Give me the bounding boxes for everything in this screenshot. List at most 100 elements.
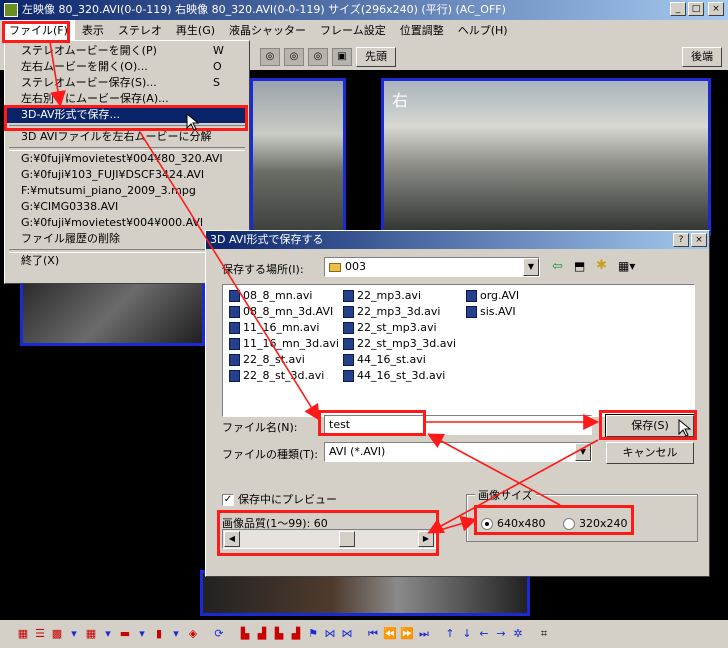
- arrow-down-icon[interactable]: ↓: [460, 627, 474, 641]
- save-button[interactable]: 保存(S): [605, 414, 695, 438]
- color-icon[interactable]: ▮: [152, 627, 166, 641]
- skip-back-icon[interactable]: ⏮: [366, 627, 380, 641]
- mark-out-icon[interactable]: ▟: [289, 627, 303, 641]
- list-item[interactable]: 44_16_st_3d.avi: [343, 368, 456, 384]
- list-item[interactable]: 22_st_mp3.avi: [343, 320, 456, 336]
- menu-play[interactable]: 再生(G): [169, 20, 222, 42]
- list-item[interactable]: 44_16_st.avi: [343, 352, 456, 368]
- last-frame-button[interactable]: 後端: [682, 47, 722, 67]
- cancel-button[interactable]: キャンセル: [606, 442, 694, 464]
- menu-position-adjust[interactable]: 位置調整: [393, 20, 451, 42]
- list-item[interactable]: 22_mp3_3d.avi: [343, 304, 456, 320]
- menu-item-split-3davi[interactable]: 3D AVIファイルを左右ムービーに分解: [7, 129, 247, 145]
- menu-item-recent-4[interactable]: G:¥CIMG0338.AVI: [7, 199, 247, 215]
- flag-icon[interactable]: ⚑: [306, 627, 320, 641]
- list-item[interactable]: 22_8_st.avi: [229, 352, 339, 368]
- close-button[interactable]: ×: [708, 2, 724, 16]
- list-item[interactable]: 22_8_st_3d.avi: [229, 368, 339, 384]
- menu-item-recent-2[interactable]: G:¥0fuji¥103_FUJI¥DSCF3424.AVI: [7, 167, 247, 183]
- step-back-icon[interactable]: ⏪: [383, 627, 397, 641]
- stereo-mode-icon[interactable]: ▦: [16, 627, 30, 641]
- menu-item-save-lr[interactable]: 左右別々にムービー保存(A)...: [7, 91, 247, 107]
- save-in-combo[interactable]: 003 ▼: [324, 257, 540, 277]
- radio-off-icon[interactable]: [563, 518, 575, 530]
- back-icon[interactable]: ⇦: [552, 259, 563, 274]
- step-forward-icon[interactable]: ⏩: [400, 627, 414, 641]
- preview-checkbox[interactable]: ✓ 保存中にプレビュー: [222, 491, 337, 507]
- crop-icon[interactable]: ⌗: [537, 627, 551, 641]
- menu-item-save-3dav[interactable]: 3D-AV形式で保存...: [7, 107, 247, 123]
- view-menu-icon[interactable]: ▦▾: [618, 259, 635, 273]
- mark-in-icon[interactable]: ▙: [272, 627, 286, 641]
- binoculars-right-icon[interactable]: ◎: [308, 48, 328, 66]
- menubar: ファイル(F) 表示 ステレオ 再生(G) 液晶シャッター フレーム設定 位置調…: [0, 20, 728, 42]
- checkmark-icon[interactable]: ✓: [222, 494, 234, 506]
- split-icon[interactable]: ▬: [118, 627, 132, 641]
- menu-view[interactable]: 表示: [75, 20, 111, 42]
- menu-item-recent-5[interactable]: G:¥0fuji¥movietest¥004¥000.AVI: [7, 215, 247, 231]
- list-item[interactable]: 11_16_mn_3d.avi: [229, 336, 339, 352]
- refresh-icon[interactable]: ⟳: [212, 627, 226, 641]
- slider-left-icon[interactable]: ◀: [224, 531, 240, 547]
- reset-position-icon[interactable]: ✲: [511, 627, 525, 641]
- new-folder-icon[interactable]: ✱: [596, 258, 607, 273]
- chevron-down-icon[interactable]: ▼: [523, 258, 539, 276]
- size-option-320[interactable]: 320x240: [563, 517, 628, 530]
- avi-file-icon: [343, 370, 354, 382]
- menu-item-recent-3[interactable]: F:¥mutsumi_piano_2009_3.mpg: [7, 183, 247, 199]
- dropdown-icon[interactable]: ▾: [101, 627, 115, 641]
- quality-slider[interactable]: ◀ ▶: [222, 529, 436, 549]
- menu-item-save-stereo[interactable]: ステレオムービー保存(S)... S: [7, 75, 247, 91]
- dialog-close-button[interactable]: ×: [691, 233, 707, 247]
- dropdown-icon[interactable]: ▾: [67, 627, 81, 641]
- fit-icon[interactable]: ◈: [186, 627, 200, 641]
- list-item[interactable]: sis.AVI: [466, 304, 519, 320]
- binoculars-icon[interactable]: ◎: [260, 48, 280, 66]
- arrow-right-icon[interactable]: →: [494, 627, 508, 641]
- dropdown-icon[interactable]: ▾: [135, 627, 149, 641]
- binoculars-left-icon[interactable]: ◎: [284, 48, 304, 66]
- menu-help[interactable]: ヘルプ(H): [451, 20, 515, 42]
- up-folder-icon[interactable]: ⬒: [574, 259, 585, 273]
- interlace-icon[interactable]: ☰: [33, 627, 47, 641]
- list-item[interactable]: org.AVI: [466, 288, 519, 304]
- save-disk-icon[interactable]: ▣: [332, 48, 352, 66]
- mosaic-icon[interactable]: ▦: [84, 627, 98, 641]
- filename-input[interactable]: test: [324, 415, 592, 435]
- slider-right-icon[interactable]: ▶: [418, 531, 434, 547]
- bowtie-alt-icon[interactable]: ⋈: [340, 627, 354, 641]
- menu-item-open-lr[interactable]: 左右ムービーを開く(O)... O: [7, 59, 247, 75]
- slider-thumb[interactable]: [338, 531, 355, 547]
- bowtie-icon[interactable]: ⋈: [323, 627, 337, 641]
- filetype-combo[interactable]: AVI (*.AVI) ▼: [324, 442, 592, 462]
- list-item[interactable]: 22_mp3.avi: [343, 288, 456, 304]
- minimize-button[interactable]: _: [670, 2, 686, 16]
- arrow-up-icon[interactable]: ↑: [443, 627, 457, 641]
- menu-file[interactable]: ファイル(F): [2, 20, 75, 42]
- list-item[interactable]: 22_st_mp3_3d.avi: [343, 336, 456, 352]
- size-option-640[interactable]: 640x480: [481, 517, 546, 530]
- first-frame-button[interactable]: 先頭: [356, 47, 396, 67]
- dropdown-icon[interactable]: ▾: [169, 627, 183, 641]
- list-item[interactable]: 11_16_mn.avi: [229, 320, 339, 336]
- window-titlebar[interactable]: 左映像 80_320.AVI(0-0-119) 右映像 80_320.AVI(0…: [0, 0, 728, 20]
- arrow-left-icon[interactable]: ←: [477, 627, 491, 641]
- radio-on-icon[interactable]: [481, 518, 493, 530]
- help-button[interactable]: ?: [673, 233, 689, 247]
- set-end-icon[interactable]: ▟: [255, 627, 269, 641]
- app-icon[interactable]: [4, 3, 18, 17]
- menu-item-open-stereo[interactable]: ステレオムービーを開く(P) W: [7, 43, 247, 59]
- list-item[interactable]: 08_8_mn_3d.AVI: [229, 304, 339, 320]
- maximize-button[interactable]: □: [688, 2, 704, 16]
- menu-lcd-shutter[interactable]: 液晶シャッター: [222, 20, 313, 42]
- chevron-down-icon[interactable]: ▼: [575, 443, 591, 461]
- file-list[interactable]: 08_8_mn.avi 08_8_mn_3d.AVI 11_16_mn.avi …: [222, 284, 695, 417]
- menu-frame-settings[interactable]: フレーム設定: [313, 20, 393, 42]
- menu-item-recent-1[interactable]: G:¥0fuji¥movietest¥004¥80_320.AVI: [7, 151, 247, 167]
- skip-forward-icon[interactable]: ⏭: [417, 627, 431, 641]
- dialog-titlebar[interactable]: 3D AVI形式で保存する ? ×: [206, 231, 709, 249]
- list-item[interactable]: 08_8_mn.avi: [229, 288, 339, 304]
- set-start-icon[interactable]: ▙: [238, 627, 252, 641]
- menu-stereo[interactable]: ステレオ: [111, 20, 169, 42]
- anaglyph-icon[interactable]: ▩: [50, 627, 64, 641]
